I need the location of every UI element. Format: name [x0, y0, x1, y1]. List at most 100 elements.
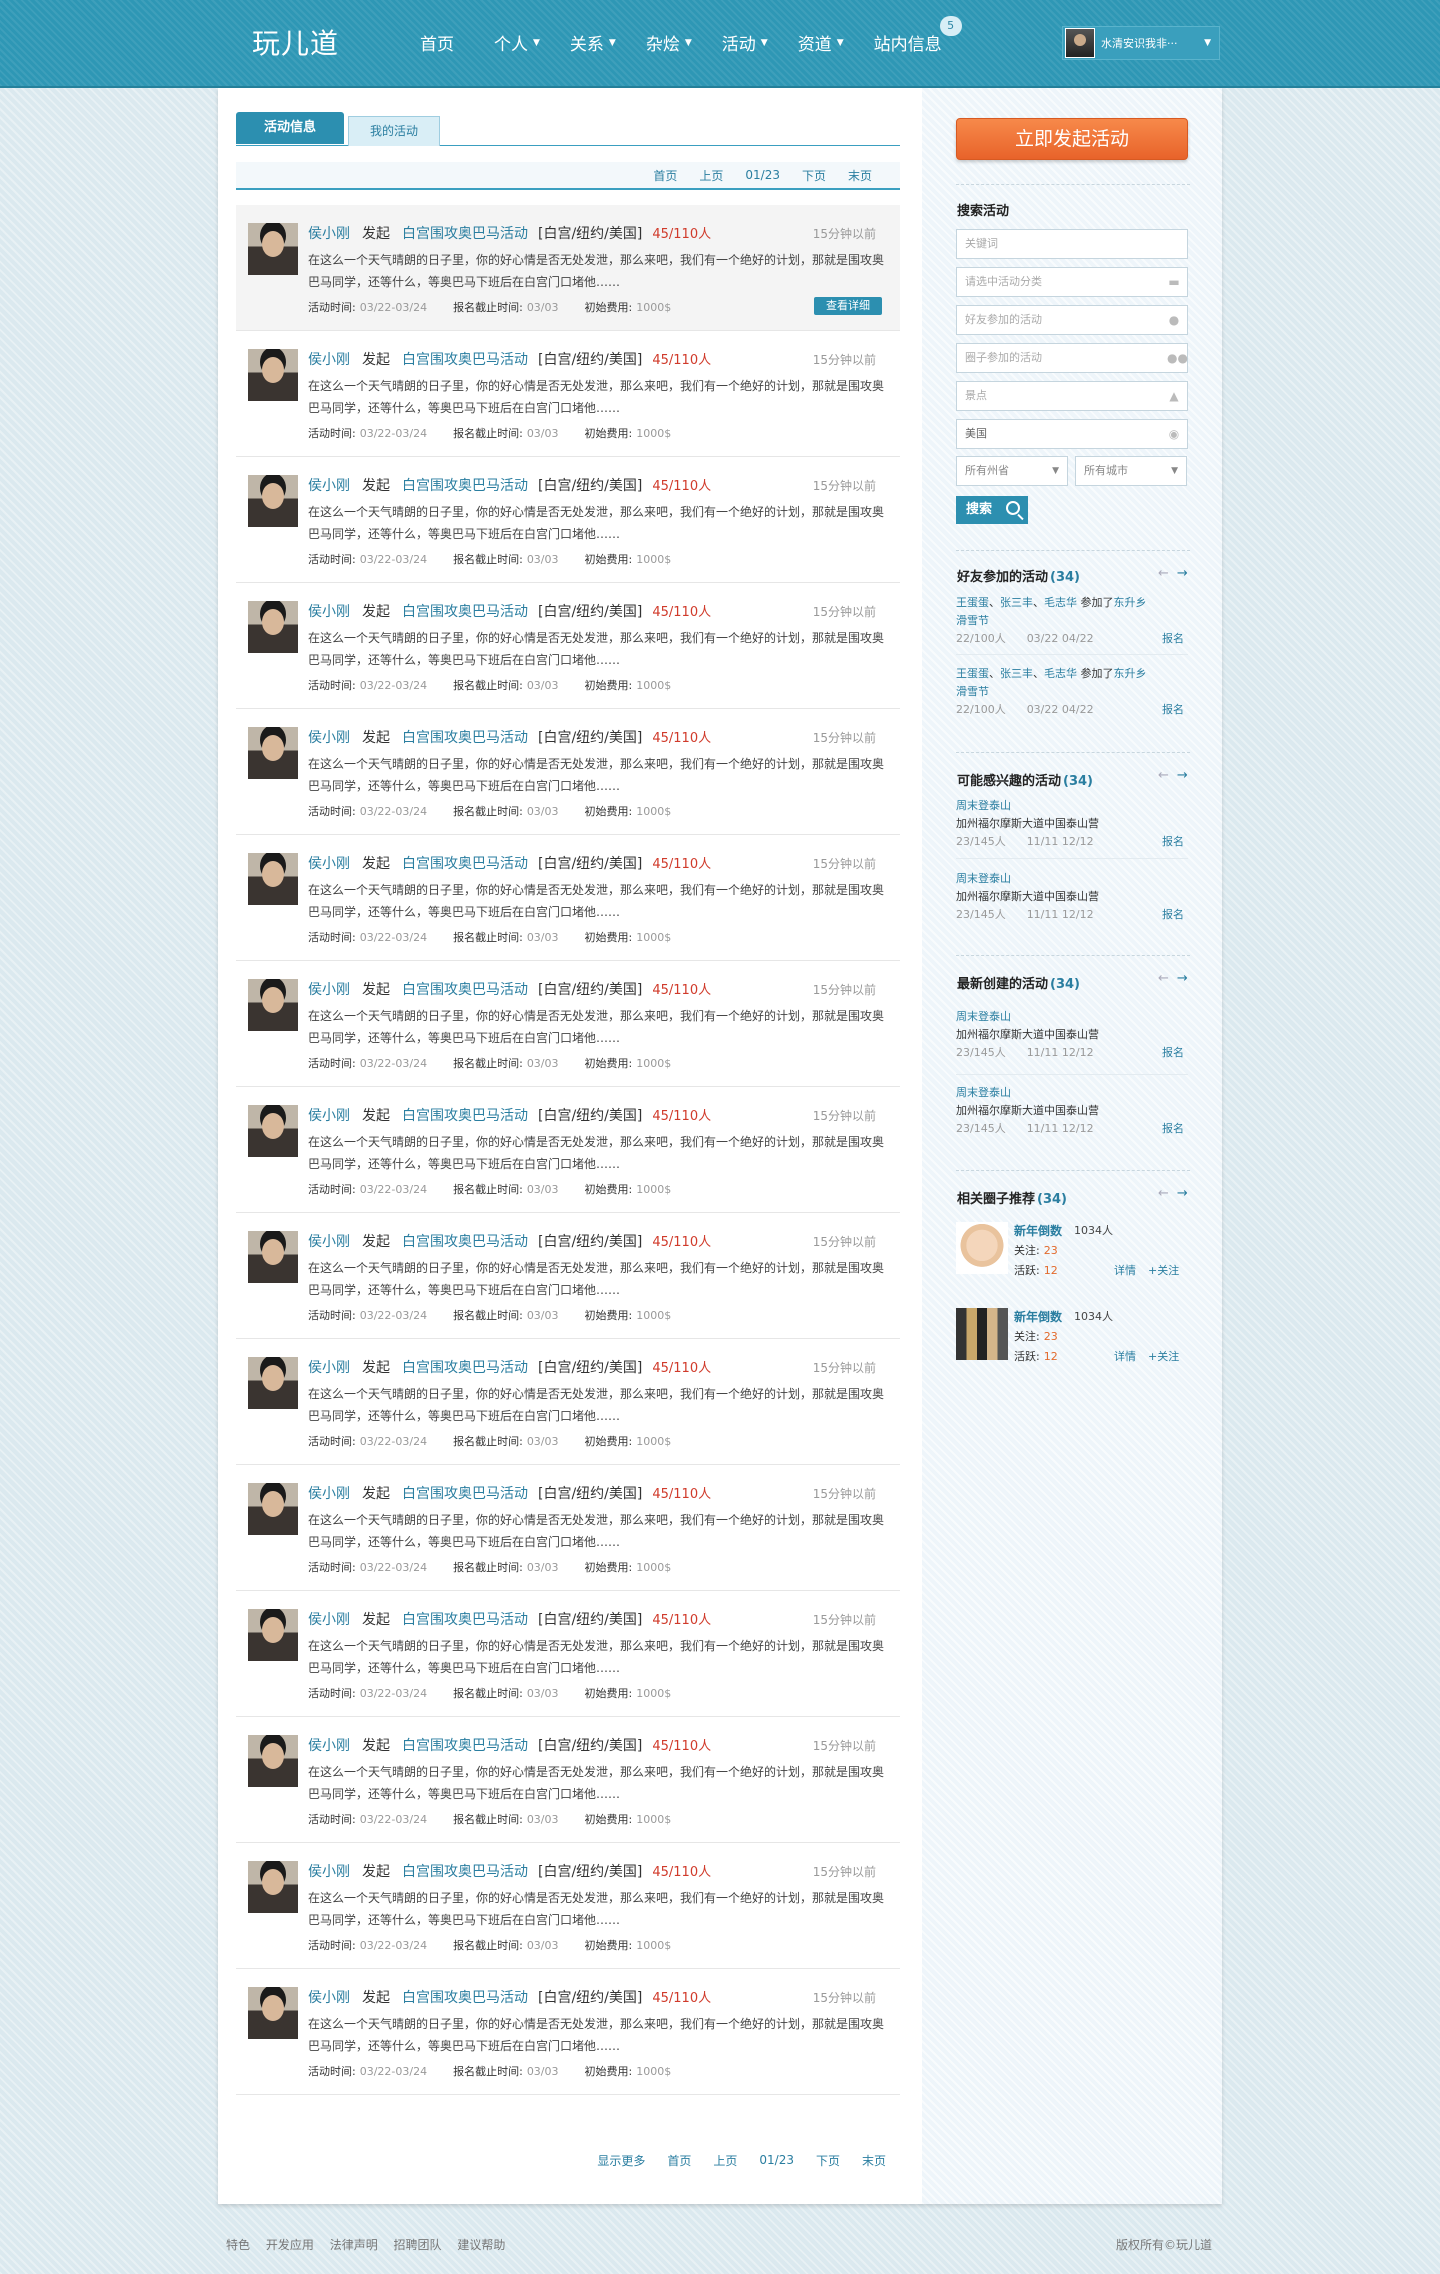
arrow-right-icon[interactable]: → — [1177, 971, 1188, 986]
arrow-right-icon[interactable]: → — [1177, 768, 1188, 783]
nav-misc[interactable]: 杂烩 ▼ — [646, 30, 692, 55]
circle-name-link[interactable]: 新年倒数 — [1014, 1308, 1062, 1325]
circle-detail-link[interactable]: 详情 — [1114, 1262, 1136, 1278]
nav-home[interactable]: 首页 — [420, 30, 454, 55]
author-link[interactable]: 侯小刚 — [308, 982, 350, 998]
event-link[interactable]: 滑雪节 — [956, 685, 989, 698]
show-more-link[interactable]: 显示更多 — [597, 2152, 645, 2169]
author-link[interactable]: 侯小刚 — [308, 730, 350, 746]
arrow-left-icon[interactable]: ← — [1158, 768, 1169, 783]
activity-name-link[interactable]: 周末登泰山 — [956, 799, 1011, 812]
avatar[interactable] — [248, 853, 298, 905]
user-menu[interactable]: 水清安识我非··· ▼ — [1062, 26, 1220, 60]
event-title-link[interactable]: 白宫围攻奥巴马活动 — [402, 1990, 528, 2006]
author-link[interactable]: 侯小刚 — [308, 226, 350, 242]
circle-activity-input[interactable]: 圈子参加的活动 ●● — [956, 343, 1188, 373]
avatar[interactable] — [248, 979, 298, 1031]
avatar[interactable] — [248, 601, 298, 653]
arrow-left-icon[interactable]: ← — [1158, 1186, 1169, 1201]
circle-detail-link[interactable]: 详情 — [1114, 1348, 1136, 1364]
footer-link[interactable]: 建议帮助 — [457, 2238, 505, 2252]
author-link[interactable]: 侯小刚 — [308, 1864, 350, 1880]
avatar[interactable] — [248, 727, 298, 779]
avatar[interactable] — [248, 1735, 298, 1787]
event-title-link[interactable]: 白宫围攻奥巴马活动 — [402, 1486, 528, 1502]
friend-name-link[interactable]: 毛志华 — [1044, 667, 1077, 680]
spot-input[interactable]: 景点 ▲ — [956, 381, 1188, 411]
friend-name-link[interactable]: 张三丰 — [1000, 596, 1033, 609]
author-link[interactable]: 侯小刚 — [308, 1234, 350, 1250]
event-title-link[interactable]: 白宫围攻奥巴马活动 — [402, 856, 528, 872]
pager-first-link[interactable]: 首页 — [667, 2152, 691, 2169]
footer-link[interactable]: 开发应用 — [266, 2238, 314, 2252]
event-title-link[interactable]: 白宫围攻奥巴马活动 — [402, 1108, 528, 1124]
avatar[interactable] — [248, 475, 298, 527]
nav-personal[interactable]: 个人 ▼ — [494, 30, 540, 55]
arrow-left-icon[interactable]: ← — [1158, 971, 1169, 986]
friend-name-link[interactable]: 王蛋蛋 — [956, 596, 989, 609]
event-title-link[interactable]: 白宫围攻奥巴马活动 — [402, 352, 528, 368]
nav-relations[interactable]: 关系 ▼ — [570, 30, 616, 55]
avatar[interactable] — [248, 1609, 298, 1661]
country-input[interactable]: 美国 ◉ — [956, 419, 1188, 449]
city-select[interactable]: 所有城市 ▼ — [1075, 456, 1187, 486]
avatar[interactable] — [248, 1861, 298, 1913]
author-link[interactable]: 侯小刚 — [308, 856, 350, 872]
event-title-link[interactable]: 白宫围攻奥巴马活动 — [402, 730, 528, 746]
signup-link[interactable]: 报名 — [1162, 701, 1184, 719]
pager-last-link[interactable]: 末页 — [862, 2152, 886, 2169]
author-link[interactable]: 侯小刚 — [308, 478, 350, 494]
signup-link[interactable]: 报名 — [1162, 833, 1184, 851]
author-link[interactable]: 侯小刚 — [308, 1108, 350, 1124]
author-link[interactable]: 侯小刚 — [308, 1486, 350, 1502]
author-link[interactable]: 侯小刚 — [308, 1738, 350, 1754]
footer-link[interactable]: 特色 — [226, 2238, 250, 2252]
search-button[interactable]: 搜索 — [956, 496, 1028, 524]
circle-follow-button[interactable]: +关注 — [1148, 1348, 1179, 1364]
avatar[interactable] — [248, 1357, 298, 1409]
event-title-link[interactable]: 白宫围攻奥巴马活动 — [402, 1738, 528, 1754]
friends-activity-input[interactable]: 好友参加的活动 ● — [956, 305, 1188, 335]
event-title-link[interactable]: 白宫围攻奥巴马活动 — [402, 982, 528, 998]
avatar[interactable] — [248, 1231, 298, 1283]
circle-name-link[interactable]: 新年倒数 — [1014, 1222, 1062, 1239]
pager-last-link[interactable]: 末页 — [848, 167, 872, 184]
event-title-link[interactable]: 白宫围攻奥巴马活动 — [402, 1360, 528, 1376]
author-link[interactable]: 侯小刚 — [308, 1360, 350, 1376]
author-link[interactable]: 侯小刚 — [308, 352, 350, 368]
avatar[interactable] — [248, 1483, 298, 1535]
pager-prev-link[interactable]: 上页 — [699, 167, 723, 184]
author-link[interactable]: 侯小刚 — [308, 604, 350, 620]
signup-link[interactable]: 报名 — [1162, 1120, 1184, 1138]
event-title-link[interactable]: 白宫围攻奥巴马活动 — [402, 1234, 528, 1250]
avatar[interactable] — [248, 1987, 298, 2039]
signup-link[interactable]: 报名 — [1162, 1044, 1184, 1062]
friend-name-link[interactable]: 王蛋蛋 — [956, 667, 989, 680]
arrow-left-icon[interactable]: ← — [1158, 566, 1169, 581]
author-link[interactable]: 侯小刚 — [308, 1612, 350, 1628]
nav-resources[interactable]: 资道 ▼ — [798, 30, 844, 55]
event-link[interactable]: 东升乡 — [1114, 667, 1147, 680]
friend-name-link[interactable]: 毛志华 — [1044, 596, 1077, 609]
nav-messages[interactable]: 站内信息 5 — [874, 16, 962, 55]
event-title-link[interactable]: 白宫围攻奥巴马活动 — [402, 1612, 528, 1628]
signup-link[interactable]: 报名 — [1162, 630, 1184, 648]
site-logo[interactable]: 玩儿道 — [252, 22, 339, 62]
pager-next-link[interactable]: 下页 — [816, 2152, 840, 2169]
friend-name-link[interactable]: 张三丰 — [1000, 667, 1033, 680]
event-link[interactable]: 滑雪节 — [956, 614, 989, 627]
arrow-right-icon[interactable]: → — [1177, 566, 1188, 581]
avatar[interactable] — [248, 1105, 298, 1157]
signup-link[interactable]: 报名 — [1162, 906, 1184, 924]
footer-link[interactable]: 法律声明 — [330, 2238, 378, 2252]
avatar[interactable] — [248, 223, 298, 275]
event-title-link[interactable]: 白宫围攻奥巴马活动 — [402, 604, 528, 620]
author-link[interactable]: 侯小刚 — [308, 1990, 350, 2006]
event-title-link[interactable]: 白宫围攻奥巴马活动 — [402, 1864, 528, 1880]
event-title-link[interactable]: 白宫围攻奥巴马活动 — [402, 478, 528, 494]
launch-activity-button[interactable]: 立即发起活动 — [956, 118, 1188, 160]
circle-image[interactable] — [956, 1308, 1008, 1360]
activity-name-link[interactable]: 周末登泰山 — [956, 1086, 1011, 1099]
pager-first-link[interactable]: 首页 — [653, 167, 677, 184]
activity-name-link[interactable]: 周末登泰山 — [956, 1010, 1011, 1023]
